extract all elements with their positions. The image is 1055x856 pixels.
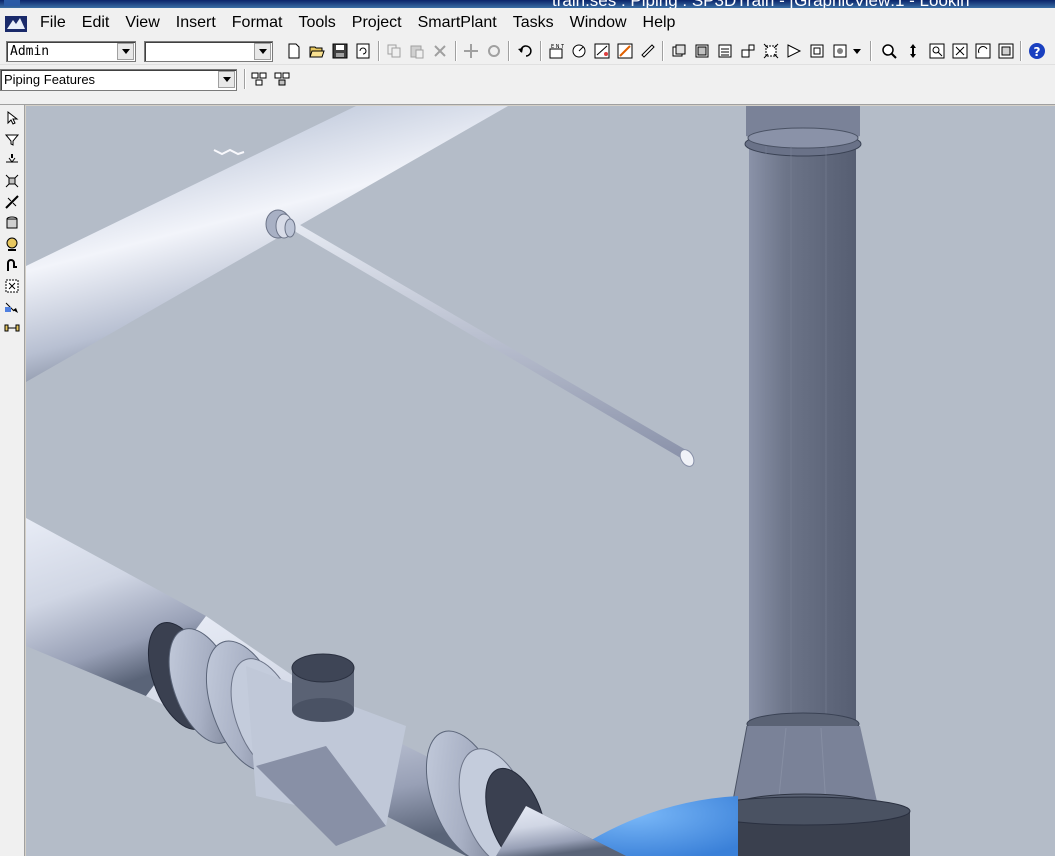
select-icon[interactable] [2,108,22,128]
system-menu-icon[interactable] [5,14,27,32]
insert-tag-icon[interactable] [2,297,22,317]
common-view-icon[interactable] [996,41,1016,61]
menu-edit[interactable]: Edit [74,9,118,37]
view-settings-icon[interactable] [738,41,758,61]
menu-view[interactable]: View [117,9,167,37]
svg-text:E N T: E N T [551,44,564,50]
check-icon[interactable] [592,41,612,61]
menu-window[interactable]: Window [562,9,635,37]
insert-spool-icon[interactable] [2,255,22,275]
menu-insert[interactable]: Insert [168,9,224,37]
ruler-icon[interactable] [638,41,658,61]
graphic-view[interactable] [26,106,1055,856]
menu-smartplant[interactable]: SmartPlant [410,9,505,37]
connect-icon[interactable] [2,318,22,338]
insert-split-icon[interactable] [2,192,22,212]
menu-help[interactable]: Help [635,9,684,37]
upper-horizontal-pipe[interactable] [26,106,508,382]
permission-group-value: Admin [10,44,50,59]
rotate-view-icon[interactable] [973,41,993,61]
route-pipe-icon[interactable] [2,129,22,149]
zoom-area-icon[interactable] [761,41,781,61]
task-combo[interactable]: Piping Features [0,69,237,91]
filter-icon[interactable] [615,41,635,61]
copy-icon[interactable] [384,41,404,61]
surface-style-icon[interactable] [715,41,735,61]
pipe-seam [213,148,245,156]
navigate-icon[interactable] [903,41,923,61]
properties-icon[interactable]: E N T [546,41,566,61]
task-options-2-icon[interactable] [272,69,292,89]
new-icon[interactable] [284,41,304,61]
menu-tasks[interactable]: Tasks [505,9,562,37]
task-options-icon[interactable] [249,69,269,89]
view-dropdown-icon[interactable] [830,41,850,61]
fit-icon[interactable] [807,41,827,61]
workspace-icon[interactable] [669,41,689,61]
filter-combo[interactable] [144,41,273,62]
pipe-model-scene[interactable] [26,106,1055,856]
menu-tools[interactable]: Tools [290,9,343,37]
title-bar: train.ses : Piping : SP3DTrain - [Graphi… [0,0,1055,8]
undo-icon[interactable] [515,41,535,61]
permission-group-combo[interactable]: Admin [6,41,136,62]
menu-project[interactable]: Project [344,9,410,37]
save-icon[interactable] [330,41,350,61]
menu-file[interactable]: File [32,9,74,37]
move-icon[interactable] [461,41,481,61]
help-icon[interactable]: ? [1027,41,1047,61]
menu-format[interactable]: Format [224,9,291,37]
lower-horizontal-pipe[interactable] [26,516,626,856]
insert-tap-icon[interactable] [2,213,22,233]
open-icon[interactable] [307,41,327,61]
task-combo-value: Piping Features [4,72,96,87]
app-icon [4,0,20,6]
chevron-down-icon[interactable] [117,43,134,60]
svg-text:?: ? [1034,45,1041,59]
window-title: train.ses : Piping : SP3DTrain - [Graphi… [552,0,970,8]
define-workspace-icon[interactable] [692,41,712,61]
zoom-tool-icon[interactable] [784,41,804,61]
refresh-icon[interactable] [353,41,373,61]
branch-pipe[interactable] [265,209,697,469]
main-toolbar: Admin E N T ? [0,38,1055,65]
task-toolbar: Piping Features [0,65,1055,105]
paste-icon[interactable] [407,41,427,61]
menu-bar: File Edit View Insert Format Tools Proje… [0,8,1055,38]
insert-support-icon[interactable] [2,234,22,254]
zoom-icon[interactable] [879,41,899,61]
insert-break-icon[interactable] [2,276,22,296]
rotate-icon[interactable] [484,41,504,61]
chevron-down-icon[interactable] [218,71,235,88]
zoom-window-icon[interactable] [927,41,947,61]
insert-feature-icon[interactable] [2,171,22,191]
chevron-down-icon[interactable] [254,43,271,60]
fit-view-icon[interactable] [950,41,970,61]
chevron-down-icon[interactable] [850,41,864,61]
side-toolbar [0,105,25,856]
measure-icon[interactable] [569,41,589,61]
insert-component-icon[interactable] [2,150,22,170]
vertical-pipe[interactable] [697,106,911,856]
delete-icon[interactable] [430,41,450,61]
